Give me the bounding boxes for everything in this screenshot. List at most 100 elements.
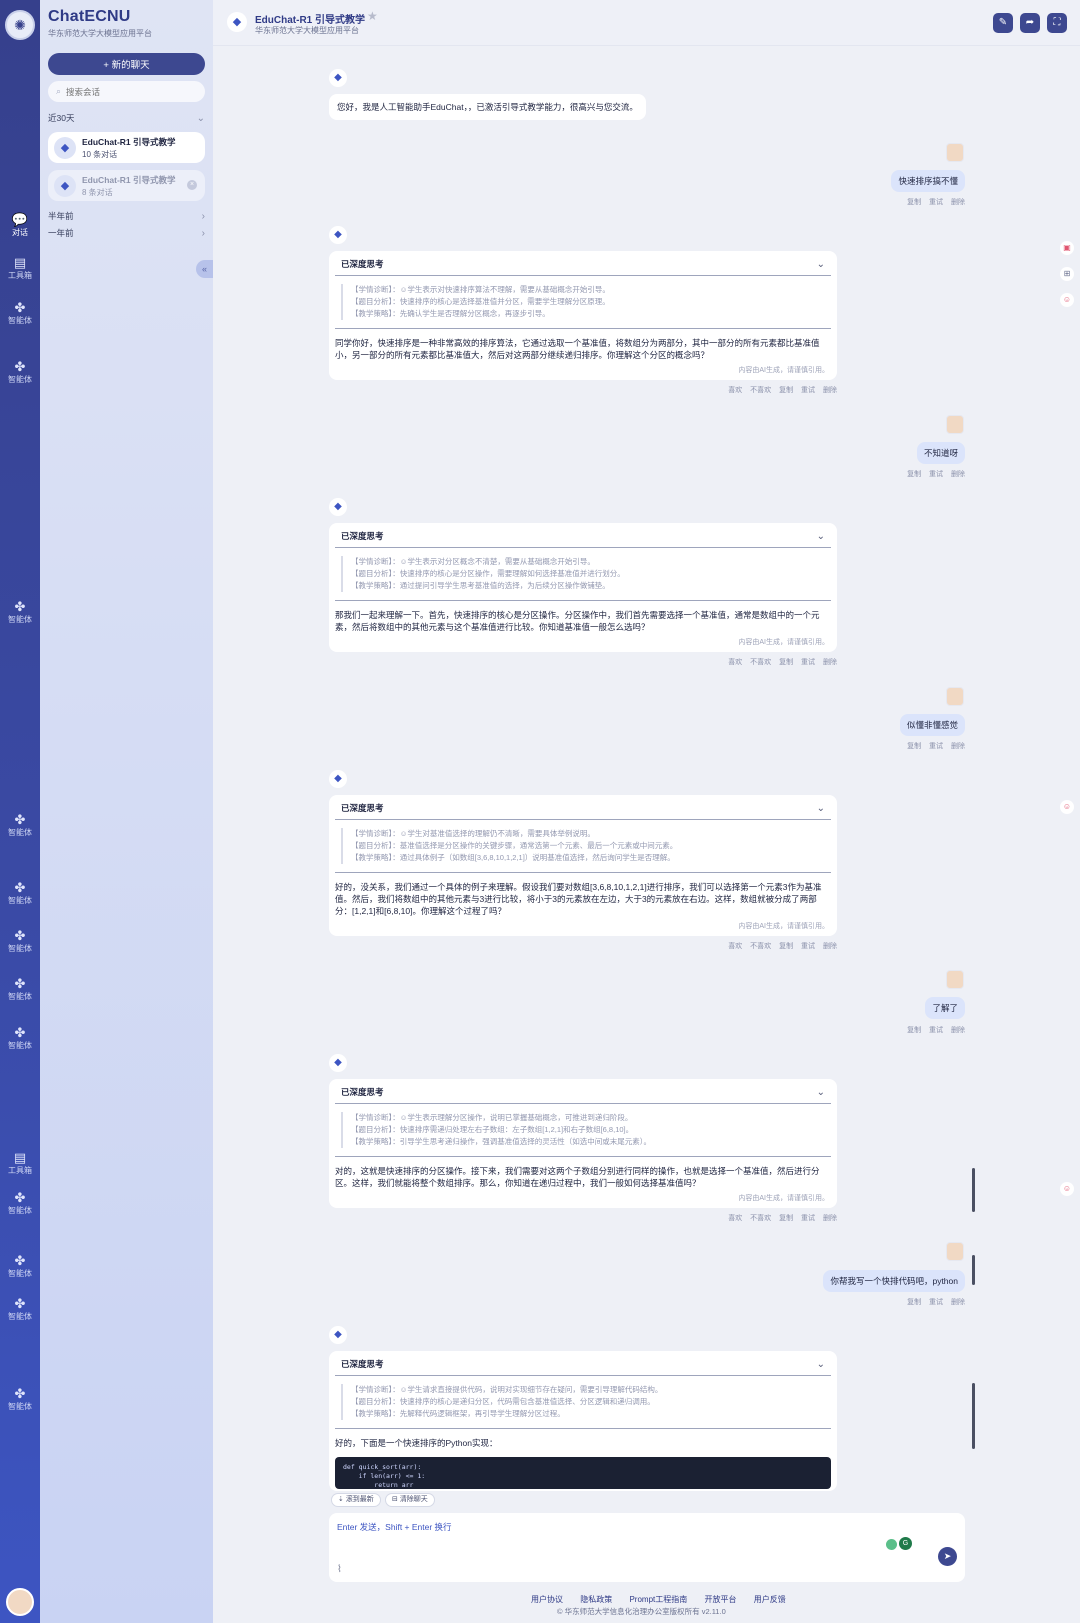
retry-action[interactable]: 重试 — [801, 659, 815, 666]
assistant-icon[interactable]: ☺ — [1060, 1182, 1074, 1196]
star-icon[interactable]: ★ — [367, 9, 378, 23]
copy-action[interactable]: 复制 — [907, 199, 921, 206]
delete-action[interactable]: 删除 — [823, 1215, 837, 1222]
retry-action[interactable]: 重试 — [801, 943, 815, 950]
rail-item-agent[interactable]: ✤ 智能体 — [0, 928, 40, 954]
footer-link[interactable]: 用户反馈 — [754, 1595, 786, 1604]
collapse-sidebar-button[interactable]: « — [196, 260, 213, 278]
retry-action[interactable]: 重试 — [801, 1215, 815, 1222]
footer-link[interactable]: 开放平台 — [705, 1595, 737, 1604]
rail-item-agent[interactable]: ✤ 智能体 — [0, 976, 40, 1002]
chat-header: ◆ EduChat-R1 引导式教学 ★ 华东师范大学大模型应用平台 ✎ ➦ ⛶ — [213, 0, 1080, 46]
retry-action[interactable]: 重试 — [929, 1027, 943, 1034]
copy-action[interactable]: 复制 — [907, 1299, 921, 1306]
rail-item-chat[interactable]: 💬 对话 — [0, 212, 40, 238]
rail-item-agent[interactable]: ✤ 智能体 — [0, 300, 40, 326]
code-line: if len(arr) <= 1: — [343, 1472, 426, 1480]
rail-item-agent[interactable]: ✤ 智能体 — [0, 599, 40, 625]
gift-icon[interactable]: ▣ — [1060, 241, 1074, 255]
rail-item-label: 智能体 — [8, 828, 32, 837]
retry-action[interactable]: 重试 — [929, 471, 943, 478]
attach-icon[interactable]: ⌇ — [337, 1564, 342, 1575]
apps-icon[interactable]: ⊞ — [1060, 267, 1074, 281]
retry-action[interactable]: 重试 — [929, 199, 943, 206]
delete-action[interactable]: 删除 — [951, 1027, 965, 1034]
rail-item-agent[interactable]: ✤ 智能体 — [0, 1386, 40, 1412]
rail-item-toolbox[interactable]: ▤ 工具箱 — [0, 1150, 40, 1176]
group-recent[interactable]: 近30天 ⌄ — [48, 112, 205, 124]
deep-thinking-header[interactable]: 已深度思考 ⌄ — [335, 251, 831, 276]
copy-action[interactable]: 复制 — [907, 743, 921, 750]
retry-action[interactable]: 重试 — [801, 387, 815, 394]
copy-action[interactable]: 复制 — [779, 387, 793, 394]
retry-action[interactable]: 重试 — [929, 743, 943, 750]
conversation-item[interactable]: ◆ EduChat-R1 引导式教学 8 条对话 × — [48, 170, 205, 201]
delete-action[interactable]: 删除 — [951, 471, 965, 478]
bot-answer-card: 已深度思考 ⌄ 【学情诊断】：☺学生请求直接提供代码，说明对实现细节存在疑问，需… — [329, 1351, 837, 1491]
dislike-action[interactable]: 不喜欢 — [750, 1215, 771, 1222]
scrollbar-thumb[interactable] — [972, 1383, 975, 1449]
like-action[interactable]: 喜欢 — [728, 1215, 742, 1222]
group-year[interactable]: 一年前 › — [48, 227, 205, 239]
scroll-to-latest-button[interactable]: ⇣ 滚到最新 — [331, 1493, 381, 1507]
copy-action[interactable]: 复制 — [907, 471, 921, 478]
conversation-item[interactable]: ◆ EduChat-R1 引导式教学 10 条对话 — [48, 132, 205, 163]
delete-action[interactable]: 删除 — [951, 743, 965, 750]
thinking-line: 【题目分析】：快速排序的核心是分区操作，需要理解如何选择基准值并进行划分。 — [351, 569, 625, 578]
deep-thinking-header[interactable]: 已深度思考 ⌄ — [335, 795, 831, 820]
rail-item-agent[interactable]: ✤ 智能体 — [0, 1190, 40, 1216]
fullscreen-button[interactable]: ⛶ — [1047, 13, 1067, 33]
footer-link[interactable]: Prompt工程指南 — [629, 1595, 687, 1604]
delete-action[interactable]: 删除 — [951, 199, 965, 206]
edit-button[interactable]: ✎ — [993, 13, 1013, 33]
footer-link[interactable]: 用户协议 — [531, 1595, 563, 1604]
group-half-year[interactable]: 半年前 › — [48, 210, 205, 222]
dislike-action[interactable]: 不喜欢 — [750, 387, 771, 394]
copy-action[interactable]: 复制 — [779, 1215, 793, 1222]
share-button[interactable]: ➦ — [1020, 13, 1040, 33]
deep-thinking-header[interactable]: 已深度思考 ⌄ — [335, 523, 831, 548]
conversation-count: 8 条对话 — [82, 187, 113, 197]
delete-action[interactable]: 删除 — [951, 1299, 965, 1306]
copy-action[interactable]: 复制 — [907, 1027, 921, 1034]
conversation-sidebar: ChatECNU 华东师范大学大模型应用平台 + 新的聊天 ⌕ 近30天 ⌄ ◆… — [40, 0, 213, 1623]
search-box[interactable]: ⌕ — [48, 81, 205, 102]
deep-thinking-label: 已深度思考 — [341, 1359, 384, 1369]
dislike-action[interactable]: 不喜欢 — [750, 943, 771, 950]
assistant-icon[interactable]: ☺ — [1060, 293, 1074, 307]
deep-thinking-header[interactable]: 已深度思考 ⌄ — [335, 1079, 831, 1104]
ai-generated-note: 内容由AI生成，请谨慎引用。 — [738, 367, 829, 374]
copy-action[interactable]: 复制 — [779, 943, 793, 950]
assistant-icon[interactable]: ☺ — [1060, 800, 1074, 814]
rail-item-agent[interactable]: ✤ 智能体 — [0, 1253, 40, 1279]
dislike-action[interactable]: 不喜欢 — [750, 659, 771, 666]
footer-link[interactable]: 隐私政策 — [580, 1595, 612, 1604]
clear-chat-button[interactable]: ⊟ 清除聊天 — [385, 1493, 435, 1507]
like-action[interactable]: 喜欢 — [728, 387, 742, 394]
delete-action[interactable]: 删除 — [823, 659, 837, 666]
rail-item-agent[interactable]: ✤ 智能体 — [0, 1296, 40, 1322]
like-action[interactable]: 喜欢 — [728, 943, 742, 950]
delete-action[interactable]: 删除 — [823, 387, 837, 394]
search-input[interactable] — [66, 86, 197, 97]
like-action[interactable]: 喜欢 — [728, 659, 742, 666]
rail-item-agent[interactable]: ✤ 智能体 — [0, 812, 40, 838]
deep-thinking-header[interactable]: 已深度思考 ⌄ — [335, 1351, 831, 1376]
scrollbar-thumb[interactable] — [972, 1255, 975, 1285]
thinking-line: 【题目分析】：基准值选择是分区操作的关键步骤，通常选第一个元素、最后一个元素或中… — [351, 841, 678, 850]
copy-action[interactable]: 复制 — [779, 659, 793, 666]
rail-item-toolbox[interactable]: ▤ 工具箱 — [0, 255, 40, 281]
rail-item-agent[interactable]: ✤ 智能体 — [0, 359, 40, 385]
delete-action[interactable]: 删除 — [823, 943, 837, 950]
user-avatar[interactable] — [6, 1588, 34, 1616]
message-input[interactable] — [337, 1521, 837, 1541]
rail-item-agent[interactable]: ✤ 智能体 — [0, 1025, 40, 1051]
retry-action[interactable]: 重试 — [929, 1299, 943, 1306]
grammar-icon[interactable]: G — [899, 1537, 912, 1550]
send-button[interactable]: ➤ — [938, 1547, 957, 1566]
voice-icon[interactable] — [886, 1539, 897, 1550]
scrollbar-thumb[interactable] — [972, 1168, 975, 1212]
delete-conversation-icon[interactable]: × — [187, 180, 197, 190]
rail-item-agent[interactable]: ✤ 智能体 — [0, 880, 40, 906]
new-chat-button[interactable]: + 新的聊天 — [48, 53, 205, 75]
